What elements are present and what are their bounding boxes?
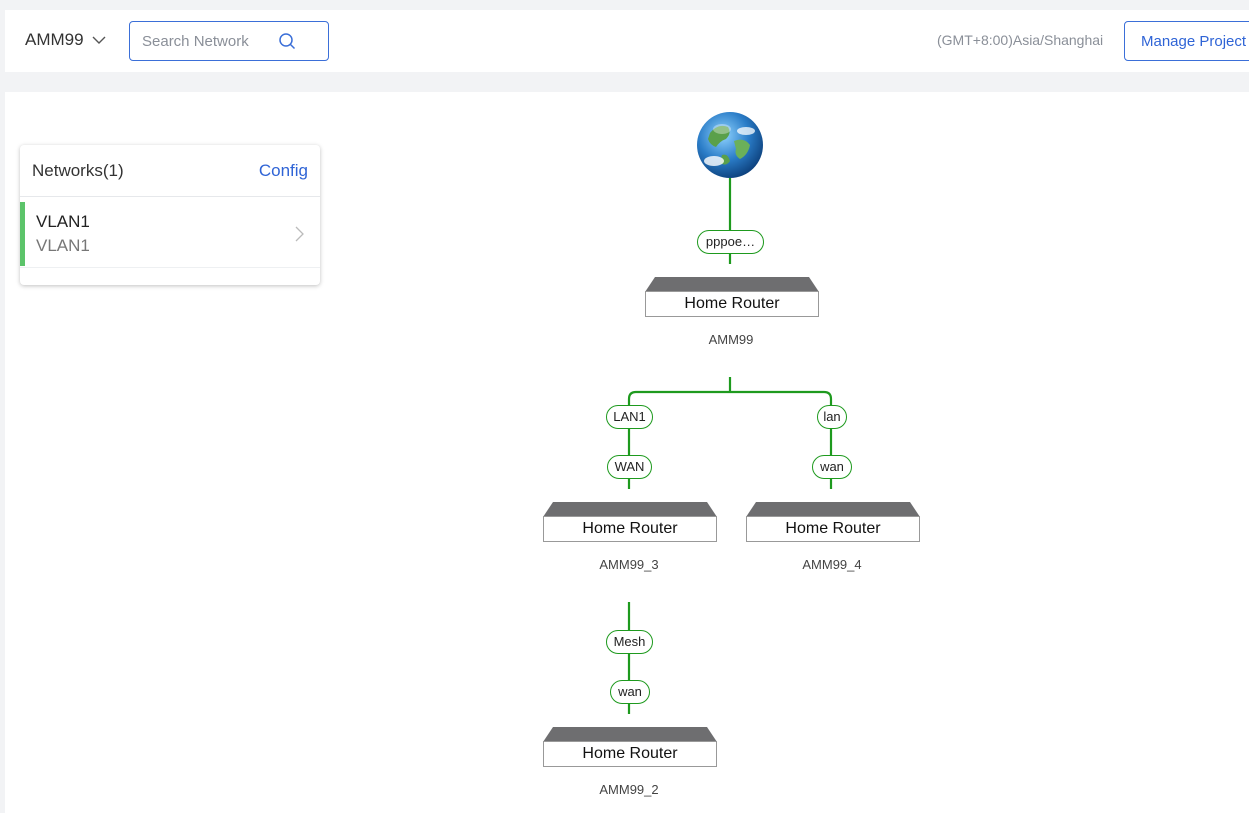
- router-node-amm99-4[interactable]: Home Router: [746, 502, 920, 542]
- port-label-downstream: WAN: [607, 455, 652, 479]
- router-name: AMM99_3: [599, 557, 659, 572]
- router-node-amm99-2[interactable]: Home Router: [543, 727, 717, 767]
- router-model: Home Router: [746, 516, 920, 542]
- router-name: AMM99: [708, 332, 754, 347]
- router-icon: [746, 502, 920, 517]
- port-label-upstream: Mesh: [606, 630, 653, 654]
- port-label-pppoe: pppoe…: [697, 230, 764, 254]
- router-node-amm99[interactable]: Home Router: [645, 277, 819, 317]
- internet-globe-icon[interactable]: [696, 111, 764, 179]
- router-model: Home Router: [543, 516, 717, 542]
- branch-link: [627, 390, 833, 405]
- port-label-downstream: wan: [812, 455, 852, 479]
- router-node-amm99-3[interactable]: Home Router: [543, 502, 717, 542]
- port-label-upstream: LAN1: [606, 405, 653, 429]
- router-model: Home Router: [543, 741, 717, 767]
- router-name: AMM99_2: [599, 782, 659, 797]
- router-icon: [543, 727, 717, 742]
- port-label-downstream: wan: [610, 680, 650, 704]
- router-icon: [543, 502, 717, 517]
- network-topology: pppoe… Home Router AMM99 LAN1 WAN lan wa…: [0, 0, 1249, 813]
- router-icon: [645, 277, 819, 292]
- router-model: Home Router: [645, 291, 819, 317]
- port-label-upstream: lan: [817, 405, 847, 429]
- router-name: AMM99_4: [802, 557, 862, 572]
